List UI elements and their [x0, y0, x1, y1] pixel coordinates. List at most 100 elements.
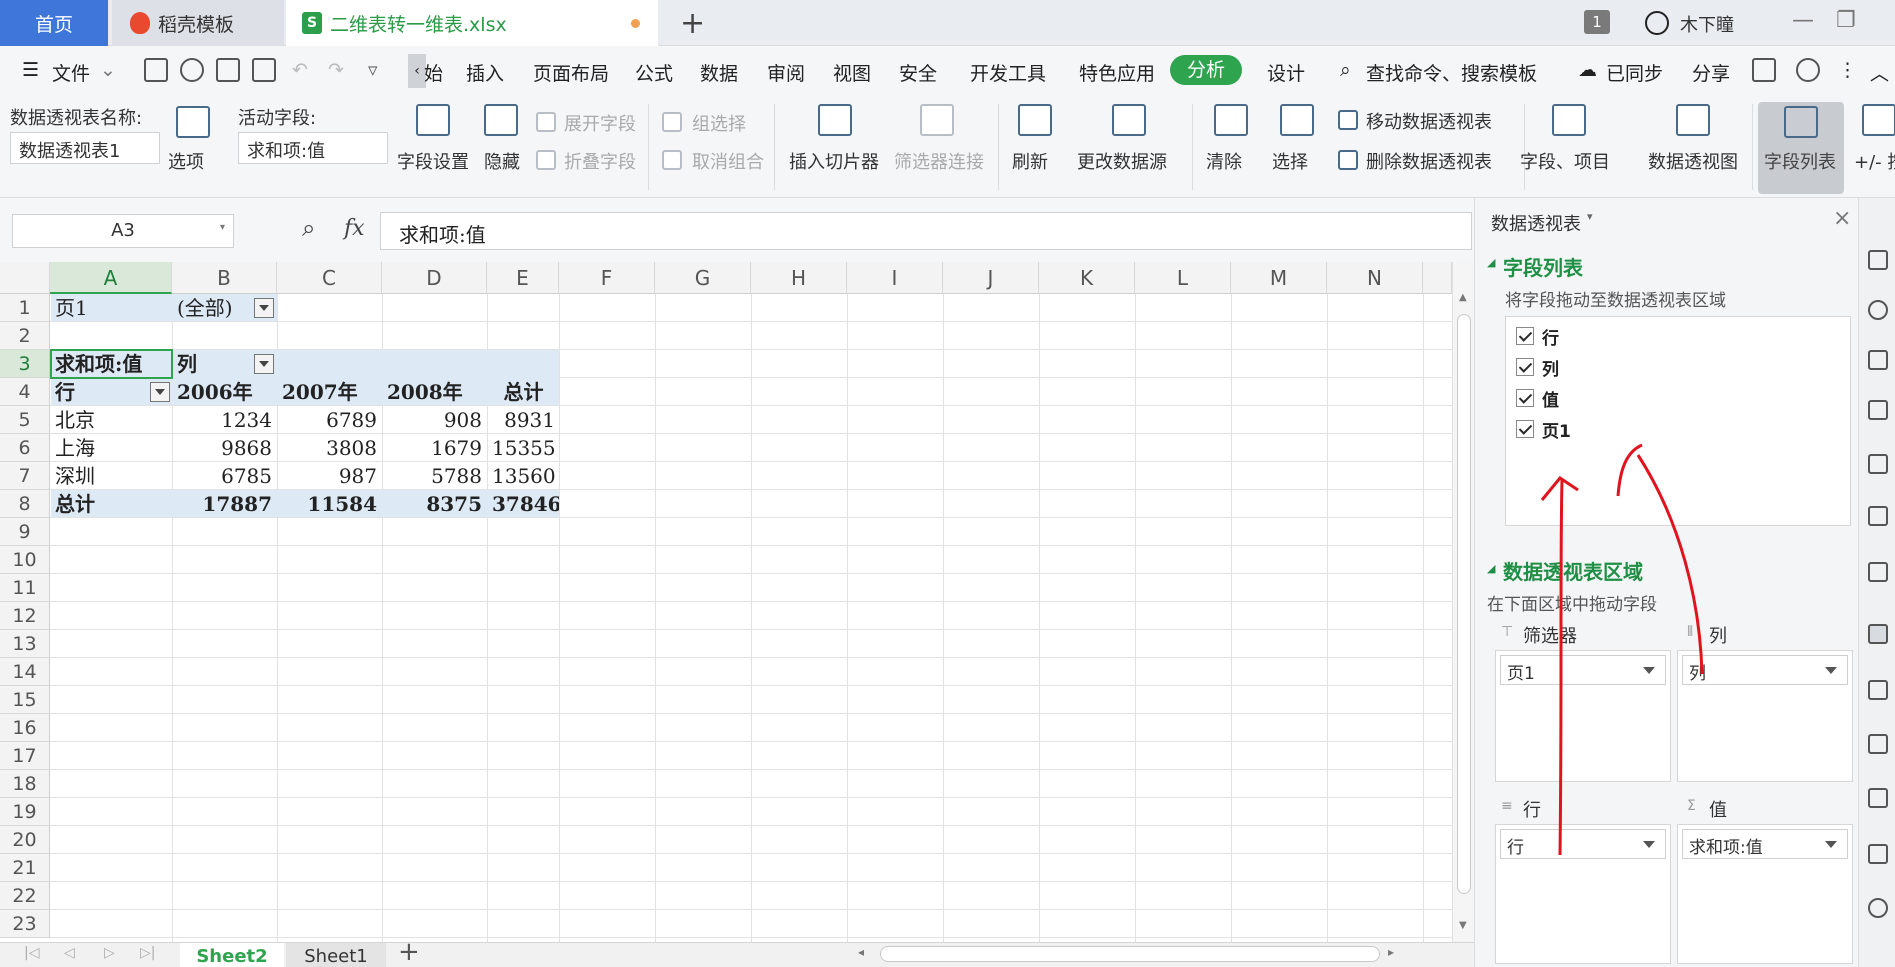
- chevron-down-icon[interactable]: ⌄: [100, 59, 116, 81]
- row-header[interactable]: 20: [0, 826, 50, 854]
- cursor-icon[interactable]: [1868, 250, 1888, 270]
- menu-data[interactable]: 数据: [700, 59, 738, 86]
- column-header[interactable]: F: [559, 262, 655, 294]
- command-search[interactable]: 查找命令、搜索模板: [1366, 59, 1537, 86]
- menu-page-layout[interactable]: 页面布局: [533, 59, 609, 86]
- row-total-cell[interactable]: 15355: [488, 434, 559, 462]
- menu-analyze[interactable]: 分析: [1170, 55, 1242, 85]
- filter-area-box[interactable]: 页1: [1495, 650, 1671, 782]
- field-item-value[interactable]: 值: [1516, 385, 1559, 411]
- more-options-icon[interactable]: ⋮: [1838, 59, 1857, 81]
- name-box-dropdown-icon[interactable]: ▾: [220, 222, 225, 233]
- pivot-options-icon[interactable]: [176, 106, 210, 138]
- column-header-partial[interactable]: [1423, 262, 1452, 294]
- scroll-up-icon[interactable]: ▲: [1459, 292, 1467, 303]
- row-header[interactable]: 12: [0, 602, 50, 630]
- field-list-icon[interactable]: [1784, 106, 1818, 138]
- value-cell[interactable]: 6785: [173, 462, 276, 490]
- first-sheet-icon[interactable]: |◁: [24, 945, 39, 961]
- panel-title[interactable]: 数据透视表: [1491, 210, 1581, 236]
- row-header[interactable]: 2: [0, 322, 50, 350]
- row-header[interactable]: 17: [0, 742, 50, 770]
- move-pivot-icon[interactable]: [1338, 110, 1358, 130]
- field-item-col[interactable]: 列: [1516, 354, 1559, 380]
- user-name[interactable]: 木下瞳: [1680, 11, 1734, 37]
- row-header[interactable]: 18: [0, 770, 50, 798]
- row-city[interactable]: 深圳: [51, 462, 171, 490]
- field-item-page1[interactable]: 页1: [1516, 416, 1571, 442]
- avatar[interactable]: [1645, 11, 1669, 35]
- row-header[interactable]: 9: [0, 518, 50, 546]
- row-header[interactable]: 21: [0, 854, 50, 882]
- select-icon[interactable]: [1280, 104, 1314, 136]
- refresh-icon[interactable]: [1018, 104, 1052, 136]
- insert-slicer-icon[interactable]: [818, 104, 852, 136]
- select-button[interactable]: 选择: [1272, 148, 1308, 174]
- row-header[interactable]: 8: [0, 490, 50, 518]
- insert-slicer-button[interactable]: 插入切片器: [789, 148, 879, 174]
- scroll-right-icon[interactable]: ▸: [1388, 945, 1394, 959]
- values-area-box[interactable]: 求和项:值: [1677, 824, 1853, 964]
- chart-icon[interactable]: [1868, 506, 1888, 526]
- refresh-button[interactable]: 刷新: [1012, 148, 1048, 174]
- column-header[interactable]: I: [847, 262, 943, 294]
- grand-total-cell[interactable]: 8375: [383, 490, 486, 518]
- row-total-cell[interactable]: 8931: [488, 406, 559, 434]
- value-cell[interactable]: 1234: [173, 406, 276, 434]
- column-header[interactable]: L: [1135, 262, 1231, 294]
- fields-items-icon[interactable]: [1552, 104, 1586, 136]
- collapse-triangle-icon[interactable]: ◢: [1487, 562, 1495, 575]
- menu-view[interactable]: 视图: [833, 59, 871, 86]
- horizontal-scrollbar[interactable]: [880, 946, 1380, 962]
- redo-icon[interactable]: ↷: [328, 59, 344, 81]
- tab-docer[interactable]: 稻壳模板: [112, 0, 284, 46]
- page-field-label[interactable]: 页1: [51, 294, 171, 322]
- fields-items-button[interactable]: 字段、项目: [1520, 148, 1610, 174]
- spreadsheet-grid[interactable]: A B C D E F G H I J K L M N 1 2 3 4 5 6 …: [0, 262, 1452, 942]
- last-sheet-icon[interactable]: ▷|: [140, 945, 155, 961]
- year-header[interactable]: 2007年: [278, 378, 382, 406]
- rows-area-box[interactable]: 行: [1495, 824, 1671, 964]
- field-list-button[interactable]: 字段列表: [1764, 148, 1836, 174]
- options-button[interactable]: 选项: [168, 148, 204, 174]
- vertical-scroll-thumb[interactable]: [1457, 314, 1471, 894]
- column-header[interactable]: G: [655, 262, 751, 294]
- search-icon[interactable]: ⌕: [1340, 59, 1351, 81]
- row-header[interactable]: 4: [0, 378, 50, 406]
- column-header[interactable]: C: [277, 262, 382, 294]
- row-header[interactable]: 22: [0, 882, 50, 910]
- window-count-badge[interactable]: 1: [1584, 10, 1610, 34]
- style-icon[interactable]: [1868, 350, 1888, 370]
- collapse-triangle-icon[interactable]: ◢: [1487, 256, 1495, 269]
- field-settings-icon[interactable]: [416, 104, 450, 136]
- menu-developer[interactable]: 开发工具: [970, 59, 1046, 86]
- clear-button[interactable]: 清除: [1206, 148, 1242, 174]
- pivot-row-label[interactable]: 行: [51, 378, 151, 406]
- select-all-corner[interactable]: [0, 262, 50, 294]
- collapse-ribbon-icon[interactable]: ︿: [1870, 59, 1889, 86]
- row-header[interactable]: 1: [0, 294, 50, 322]
- page-filter-dropdown-icon[interactable]: [254, 298, 274, 318]
- help-icon[interactable]: [1796, 58, 1820, 82]
- save-icon[interactable]: [144, 58, 168, 82]
- checkbox-checked-icon[interactable]: [1516, 358, 1534, 376]
- menu-special[interactable]: 特色应用: [1079, 59, 1155, 86]
- prev-sheet-icon[interactable]: ◁: [64, 945, 75, 961]
- row-header[interactable]: 7: [0, 462, 50, 490]
- menu-file[interactable]: 文件: [52, 59, 90, 86]
- value-cell[interactable]: 1679: [383, 434, 486, 462]
- pivot-chart-button[interactable]: 数据透视图: [1648, 148, 1738, 174]
- total-header[interactable]: 总计: [488, 378, 559, 406]
- shape-icon[interactable]: [1868, 300, 1888, 320]
- backup-icon[interactable]: [1868, 788, 1888, 808]
- column-header[interactable]: D: [382, 262, 487, 294]
- value-cell[interactable]: 987: [278, 462, 381, 490]
- menu-review[interactable]: 审阅: [767, 59, 805, 86]
- column-header[interactable]: M: [1231, 262, 1327, 294]
- year-header[interactable]: 2008年: [383, 378, 487, 406]
- row-city[interactable]: 北京: [51, 406, 171, 434]
- row-header[interactable]: 5: [0, 406, 50, 434]
- columns-area-field[interactable]: 列: [1682, 655, 1848, 685]
- change-source-icon[interactable]: [1112, 104, 1146, 136]
- row-header[interactable]: 10: [0, 546, 50, 574]
